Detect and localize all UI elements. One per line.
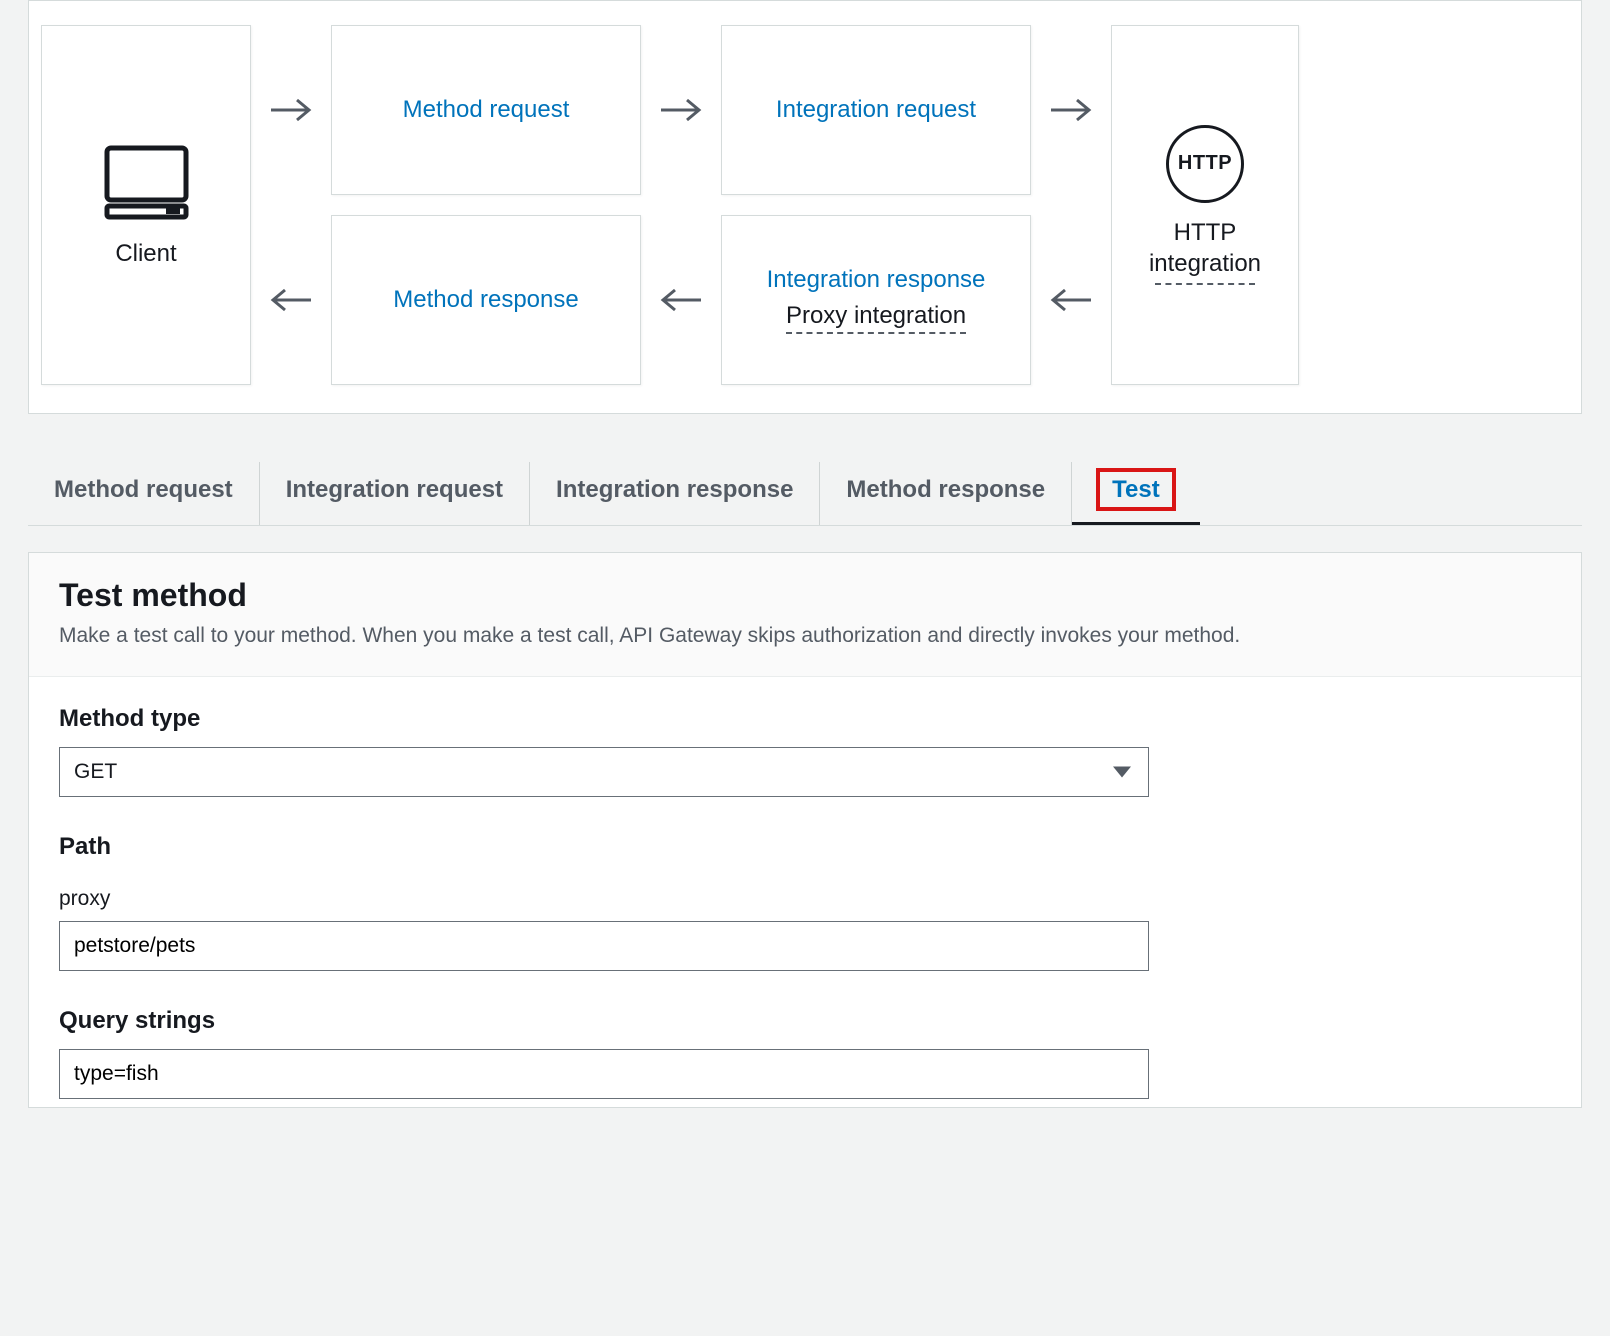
http-icon: HTTP	[1166, 125, 1244, 203]
integration-request-box[interactable]: Integration request	[721, 25, 1031, 195]
proxy-input[interactable]	[59, 921, 1149, 971]
tab-test-highlight[interactable]: Test	[1098, 470, 1174, 509]
method-response-box[interactable]: Method response	[331, 215, 641, 385]
arrow-left-icon	[1031, 215, 1111, 385]
tab-integration-request[interactable]: Integration request	[260, 462, 530, 525]
method-request-box[interactable]: Method request	[331, 25, 641, 195]
proxy-integration-label: Proxy integration	[786, 302, 966, 334]
arrow-left-icon	[641, 215, 721, 385]
integration-response-link[interactable]: Integration response	[767, 266, 986, 294]
test-method-subtitle: Make a test call to your method. When yo…	[59, 624, 1551, 648]
query-strings-label: Query strings	[59, 1007, 1149, 1035]
tab-integration-response[interactable]: Integration response	[530, 462, 820, 525]
tab-method-request[interactable]: Method request	[28, 462, 260, 525]
query-strings-input[interactable]	[59, 1049, 1149, 1099]
client-icon	[99, 142, 194, 222]
arrow-left-icon	[251, 215, 331, 385]
http-integration-label: HTTP integration	[1120, 217, 1290, 285]
proxy-label: proxy	[59, 887, 1149, 911]
method-request-link[interactable]: Method request	[403, 96, 570, 124]
method-execution-diagram: Client Method request Integration reques…	[28, 0, 1582, 414]
http-integration-box: HTTP HTTP integration	[1111, 25, 1299, 385]
method-type-label: Method type	[59, 705, 1149, 733]
integration-response-box[interactable]: Integration response Proxy integration	[721, 215, 1031, 385]
tabs: Method request Integration request Integ…	[28, 462, 1582, 526]
test-method-title: Test method	[59, 577, 1551, 614]
arrow-right-icon	[251, 25, 331, 195]
test-method-panel: Test method Make a test call to your met…	[28, 552, 1582, 1108]
tab-method-response[interactable]: Method response	[820, 462, 1072, 525]
arrow-right-icon	[1031, 25, 1111, 195]
integration-request-link[interactable]: Integration request	[776, 96, 976, 124]
chevron-down-icon	[1113, 767, 1131, 778]
arrow-right-icon	[641, 25, 721, 195]
path-heading: Path	[59, 833, 1551, 861]
method-response-link[interactable]: Method response	[393, 286, 578, 314]
client-box: Client	[41, 25, 251, 385]
method-type-select[interactable]: GET	[59, 747, 1149, 797]
tab-test[interactable]: Test	[1072, 462, 1200, 525]
method-type-value[interactable]: GET	[59, 747, 1149, 797]
client-label: Client	[115, 240, 176, 268]
